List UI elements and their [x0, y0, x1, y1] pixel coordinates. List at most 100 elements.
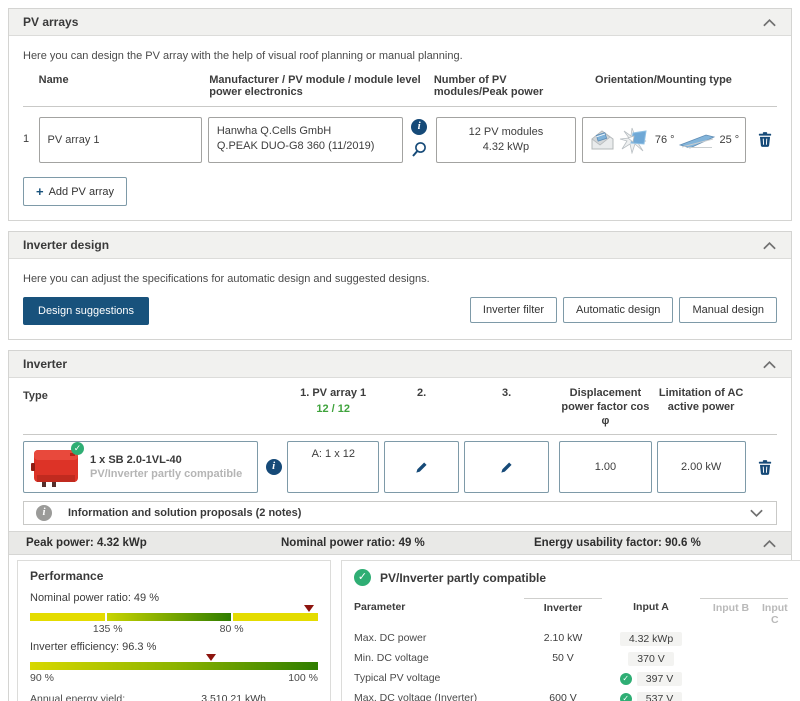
tick-100: 100 %: [288, 672, 318, 684]
inverter-header[interactable]: Inverter: [9, 351, 791, 378]
compatibility-heading: PV/Inverter partly compatible: [380, 570, 547, 585]
modules-count: 12 PV modules: [468, 126, 544, 138]
inverter-column-headers: Type 1. PV array 1 12 / 12 2. 3. Displac…: [23, 386, 777, 435]
inverter-filter-button[interactable]: Inverter filter: [469, 297, 558, 323]
modules-peak-power-cell[interactable]: 12 PV modules 4.32 kWp: [435, 117, 577, 163]
tick-80: 80 %: [219, 623, 244, 635]
column-manufacturer: Manufacturer / PV module / module level …: [209, 74, 421, 98]
input-a-value: 4.32 kWp: [619, 632, 683, 646]
inverter-type-cell[interactable]: ✓ 1 x SB 2.0-1VL-40 PV/Inverter partly c…: [23, 441, 258, 493]
inverter-efficiency-label: Inverter efficiency: 96.3 %: [30, 641, 157, 653]
input-a-config-cell[interactable]: A: 1 x 12: [287, 441, 380, 493]
azimuth-value: 76 °: [654, 134, 675, 146]
row-index: 1: [23, 133, 30, 145]
inverter-model: 1 x SB 2.0-1VL-40: [90, 454, 182, 466]
col-input-a: Input A: [633, 601, 669, 613]
inverter-efficiency-bar: [30, 654, 318, 670]
compatibility-check-icon: ✓: [354, 569, 371, 586]
module-info-icon[interactable]: i: [411, 119, 428, 135]
inverter-title: Inverter: [23, 357, 68, 371]
check-icon: ✓: [619, 693, 632, 701]
inverter-section: Inverter Type 1. PV array 1 12 / 12 2. 3…: [8, 350, 800, 701]
ac-limitation-input[interactable]: 2.00 kW: [656, 441, 746, 493]
information-proposals-row[interactable]: i Information and solution proposals (2 …: [23, 501, 777, 525]
collapse-up-icon[interactable]: [762, 18, 777, 27]
array1-module-count: 12 / 12: [316, 403, 350, 415]
peak-power: 4.32 kWp: [482, 141, 530, 153]
delete-inverter-icon[interactable]: [758, 459, 772, 476]
pv-arrays-header[interactable]: PV arrays: [9, 9, 791, 36]
information-proposals-label: Information and solution proposals (2 no…: [68, 507, 302, 519]
expand-down-icon[interactable]: [749, 509, 764, 518]
azimuth-compass-icon: [619, 127, 651, 154]
manufacturer-name: Hanwha Q.Cells GmbH: [216, 125, 332, 137]
tick-135: 135 %: [92, 623, 123, 635]
pv-arrays-section: PV arrays Here you can design the PV arr…: [8, 8, 792, 221]
nominal-ratio-summary: Nominal power ratio: 49 %: [281, 537, 425, 549]
input-a-value: 537 V: [636, 692, 683, 701]
column-orientation: Orientation/Mounting type: [595, 74, 732, 86]
module-name: Q.PEAK DUO-G8 360 (11/2019): [216, 140, 375, 152]
plus-icon: +: [36, 184, 44, 199]
compatibility-table: Parameter Inverter Input A Input B Input…: [354, 598, 788, 701]
param-name: Max. DC power: [354, 632, 427, 644]
column-type: Type: [23, 390, 48, 402]
input-a-value: 397 V: [636, 672, 683, 686]
pv-arrays-title: PV arrays: [23, 15, 79, 29]
nominal-ratio-marker: [304, 605, 315, 612]
nominal-power-ratio-bar: [30, 605, 318, 621]
performance-stats: Annual energy yield:3,510.21 kWh Spec. e…: [30, 693, 266, 701]
manual-design-button[interactable]: Manual design: [679, 297, 777, 323]
input-a-value: 370 V: [628, 652, 674, 666]
inverter-design-header[interactable]: Inverter design: [9, 232, 791, 259]
pv-array-row: 1 Hanwha Q.Cells GmbH Q.PEAK DUO-G8 360 …: [23, 117, 777, 163]
peak-power-summary: Peak power: 4.32 kWp: [26, 537, 147, 549]
inverter-info-icon[interactable]: i: [265, 459, 282, 475]
inverter-design-description: Here you can adjust the specifications f…: [23, 273, 430, 285]
compatible-badge-icon: ✓: [71, 442, 84, 455]
pv-module-selector[interactable]: Hanwha Q.Cells GmbH Q.PEAK DUO-G8 360 (1…: [207, 117, 403, 163]
design-suggestions-button[interactable]: Design suggestions: [23, 297, 150, 325]
delete-pv-array-icon[interactable]: [758, 131, 772, 148]
orientation-cell[interactable]: 76 ° 25 °: [582, 117, 746, 163]
performance-panel: Performance Nominal power ratio: 49 % 13…: [17, 560, 331, 701]
inverter-row: ✓ 1 x SB 2.0-1VL-40 PV/Inverter partly c…: [23, 441, 777, 493]
pencil-icon: [499, 460, 514, 475]
column-name: Name: [38, 74, 69, 86]
efficiency-marker: [206, 654, 217, 661]
config-2-edit-button[interactable]: [384, 441, 460, 493]
inverter-design-section: Inverter design Here you can adjust the …: [8, 231, 792, 340]
param-name: Max. DC voltage (Inverter): [354, 692, 478, 701]
collapse-up-icon[interactable]: [762, 539, 777, 548]
check-icon: ✓: [619, 673, 632, 685]
inverter-status: PV/Inverter partly compatible: [90, 468, 243, 480]
config-3-edit-button[interactable]: [464, 441, 550, 493]
pv-array-name-input[interactable]: [38, 117, 202, 163]
param-name: Typical PV voltage: [354, 672, 441, 684]
inverter-device-icon: ✓: [30, 442, 84, 489]
column-ac-limitation: Limitation of AC active power: [658, 387, 744, 413]
automatic-design-button[interactable]: Automatic design: [563, 297, 674, 323]
roof-house-icon: [589, 128, 616, 152]
pv-arrays-column-headers: Name Manufacturer / PV module / module l…: [23, 74, 777, 107]
pencil-icon: [414, 460, 429, 475]
pv-arrays-description: Here you can design the PV array with th…: [23, 50, 463, 62]
stat-annual-energy-yield: Annual energy yield: 3,510.21 kWh: [30, 693, 266, 701]
nominal-power-ratio-label: Nominal power ratio: 49 %: [30, 592, 160, 604]
add-pv-array-button[interactable]: + Add PV array: [23, 177, 128, 206]
performance-heading: Performance: [30, 569, 104, 583]
cos-phi-input[interactable]: 1.00: [559, 441, 652, 493]
collapse-up-icon[interactable]: [762, 241, 777, 250]
column-2: 2.: [416, 387, 427, 399]
inverter-design-title: Inverter design: [23, 238, 110, 252]
col-input-b: Input B: [700, 598, 762, 629]
tick-90: 90 %: [30, 672, 54, 684]
column-modules: Number of PV modules/Peak power: [433, 74, 544, 98]
col-inverter: Inverter: [524, 598, 602, 629]
param-name: Min. DC voltage: [354, 652, 429, 664]
compatibility-panel: ✓ PV/Inverter partly compatible Paramete…: [341, 560, 800, 701]
note-info-icon: i: [36, 505, 52, 521]
collapse-up-icon[interactable]: [762, 360, 777, 369]
module-search-icon[interactable]: [411, 141, 427, 158]
column-cos-phi: Displacement power factor cos φ: [561, 387, 650, 427]
